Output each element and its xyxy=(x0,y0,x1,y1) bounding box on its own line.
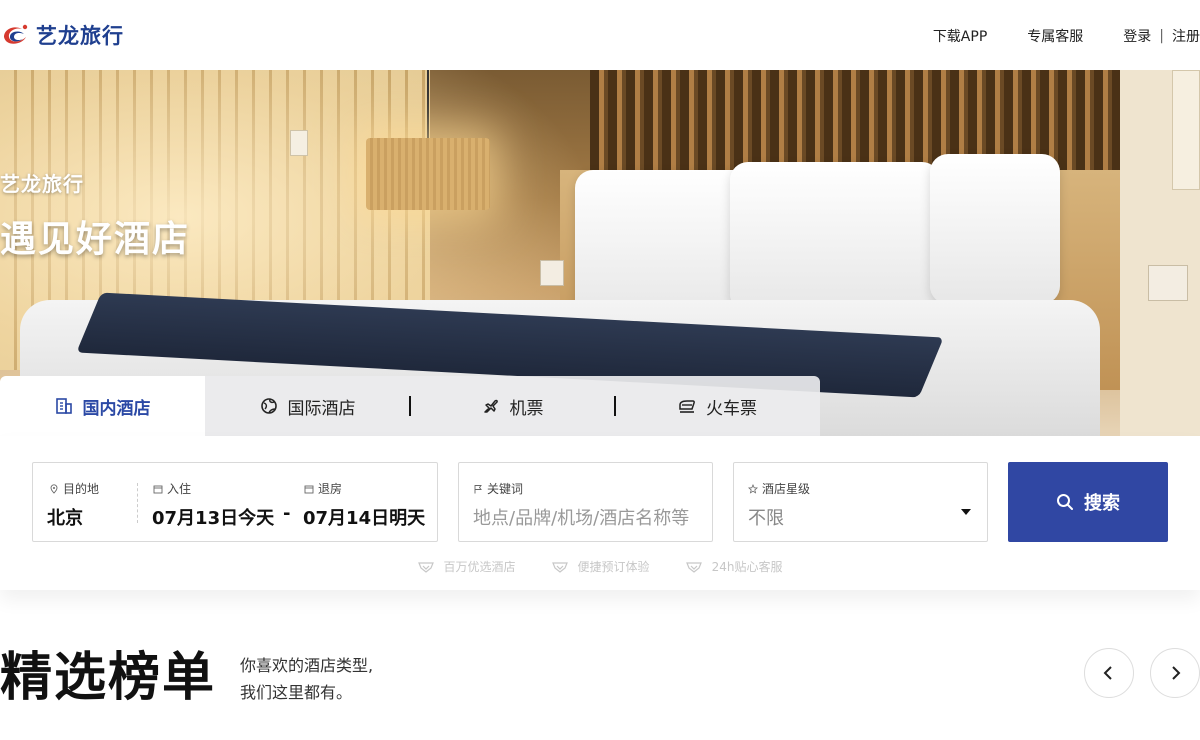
feature-text: 百万优选酒店 xyxy=(443,560,516,574)
star-rating-box[interactable]: 酒店星级 不限 xyxy=(733,462,988,542)
elong-logo-icon xyxy=(4,24,28,44)
building-icon xyxy=(55,398,72,414)
date-separator: - xyxy=(283,503,291,524)
lamp-cord xyxy=(427,70,429,140)
feature-item: 24h贴心客服 xyxy=(685,558,783,575)
carousel-next-button[interactable] xyxy=(1150,648,1200,698)
checkin-label-row: 入住 xyxy=(153,480,191,497)
checkin-date-field[interactable]: 07月13日今天 xyxy=(152,504,274,530)
search-panel: 目的地 北京 入住 07月13日今天 - 退房 07月14日明天 关键词 地点/… xyxy=(0,436,1200,590)
field-separator xyxy=(137,483,138,523)
hero-slogan-big: 遇见好酒店 xyxy=(0,219,191,260)
star-label: 酒店星级 xyxy=(762,482,811,496)
tab-international-hotel[interactable]: 国际酒店 xyxy=(205,376,411,436)
feature-badge-icon xyxy=(685,561,702,573)
checkout-label: 退房 xyxy=(318,482,343,496)
download-app-link[interactable]: 下载APP xyxy=(933,26,987,46)
login-link[interactable]: 登录 xyxy=(1123,26,1151,46)
nav-separator: | xyxy=(1159,28,1164,44)
flag-icon xyxy=(474,484,482,493)
tab-flight[interactable]: 机票 xyxy=(410,376,616,436)
section-subtitle: 你喜欢的酒店类型, 我们这里都有。 xyxy=(240,652,373,706)
destination-date-box: 目的地 北京 入住 07月13日今天 - 退房 07月14日明天 xyxy=(32,462,438,542)
feature-badge-icon xyxy=(551,561,568,573)
product-tabs: 国内酒店 国际酒店 机票 火车票 xyxy=(0,376,820,436)
pillow xyxy=(730,162,940,312)
destination-label: 目的地 xyxy=(63,482,100,496)
tab-train[interactable]: 火车票 xyxy=(615,376,820,436)
calendar-icon xyxy=(304,485,314,493)
pendant-lamp xyxy=(366,138,490,210)
globe-icon xyxy=(260,398,277,414)
pillow xyxy=(930,154,1060,304)
search-icon xyxy=(1057,494,1073,510)
wall-socket xyxy=(290,130,308,156)
keyword-box[interactable]: 关键词 地点/品牌/机场/酒店名称等 xyxy=(458,462,713,542)
dropdown-caret-icon[interactable] xyxy=(961,509,971,515)
feature-text: 24h贴心客服 xyxy=(711,560,783,574)
logo-text: 艺龙旅行 xyxy=(36,24,124,48)
search-button[interactable]: 搜索 xyxy=(1008,462,1168,542)
checkin-label: 入住 xyxy=(167,482,192,496)
feature-item: 便捷预订体验 xyxy=(551,558,650,575)
star-icon xyxy=(748,483,758,494)
keyword-label-row: 关键词 xyxy=(473,480,523,497)
star-label-row: 酒店星级 xyxy=(748,480,810,497)
chevron-right-icon xyxy=(1172,666,1181,680)
logo[interactable]: 艺龙旅行 xyxy=(0,20,124,50)
chevron-left-icon xyxy=(1103,666,1112,680)
section-subtitle-line: 我们这里都有。 xyxy=(240,683,353,702)
top-header: 艺龙旅行 下载APP 专属客服 登录 | 注册 xyxy=(0,0,1200,70)
search-button-label: 搜索 xyxy=(1084,493,1120,514)
keyword-label: 关键词 xyxy=(487,482,524,496)
hero-slogan-small: 艺龙旅行 xyxy=(0,172,84,196)
feature-badge-icon xyxy=(417,561,434,573)
train-icon xyxy=(679,400,695,413)
feature-list: 百万优选酒店 便捷预订体验 24h贴心客服 xyxy=(0,558,1200,575)
keyword-input[interactable]: 地点/品牌/机场/酒店名称等 xyxy=(473,504,689,530)
checkout-date-field[interactable]: 07月14日明天 xyxy=(303,504,425,530)
customer-service-link[interactable]: 专属客服 xyxy=(1027,26,1083,46)
register-link[interactable]: 注册 xyxy=(1172,26,1200,46)
checkout-label-row: 退房 xyxy=(304,480,342,497)
tab-domestic-hotel[interactable]: 国内酒店 xyxy=(0,376,205,436)
tab-label: 机票 xyxy=(509,398,544,419)
plane-icon xyxy=(483,399,498,413)
wall-switch-right xyxy=(1148,265,1188,301)
section-title: 精选榜单 xyxy=(0,648,217,708)
hero-wall-frame xyxy=(1172,70,1200,190)
destination-field[interactable]: 北京 xyxy=(47,504,83,530)
destination-label-row: 目的地 xyxy=(49,480,99,497)
tab-label: 火车票 xyxy=(706,398,757,419)
tab-label: 国际酒店 xyxy=(287,398,356,419)
wall-switch xyxy=(540,260,564,286)
star-rating-select[interactable]: 不限 xyxy=(748,504,784,530)
feature-item: 百万优选酒店 xyxy=(417,558,516,575)
top-nav: 下载APP 专属客服 登录 | 注册 xyxy=(933,26,1200,46)
section-subtitle-line: 你喜欢的酒店类型, xyxy=(240,656,374,675)
tab-label: 国内酒店 xyxy=(82,398,151,419)
carousel-prev-button[interactable] xyxy=(1084,648,1134,698)
feature-text: 便捷预订体验 xyxy=(577,560,650,574)
location-pin-icon xyxy=(50,483,58,494)
calendar-icon xyxy=(153,485,163,493)
